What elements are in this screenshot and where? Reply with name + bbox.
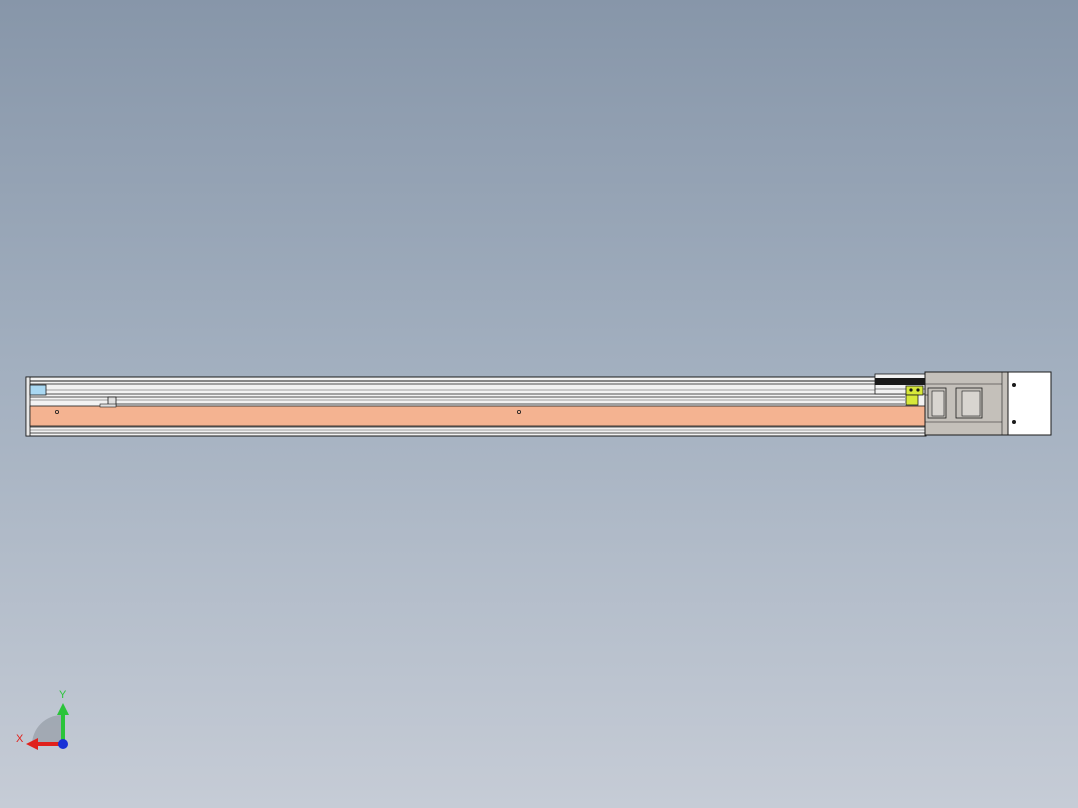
linear-actuator-model[interactable]	[0, 0, 1078, 808]
coupling-housing[interactable]	[924, 371, 1009, 436]
stop-block-base	[99, 403, 117, 408]
sensor-block-blue	[29, 384, 47, 396]
axis-label-y: Y	[59, 689, 67, 701]
axis-triad	[26, 703, 69, 750]
orange-cover-strip	[29, 405, 927, 427]
cad-viewport[interactable]: Y X	[0, 0, 1078, 808]
axis-label-x: X	[16, 733, 24, 745]
motor-cover[interactable]	[1007, 371, 1052, 436]
